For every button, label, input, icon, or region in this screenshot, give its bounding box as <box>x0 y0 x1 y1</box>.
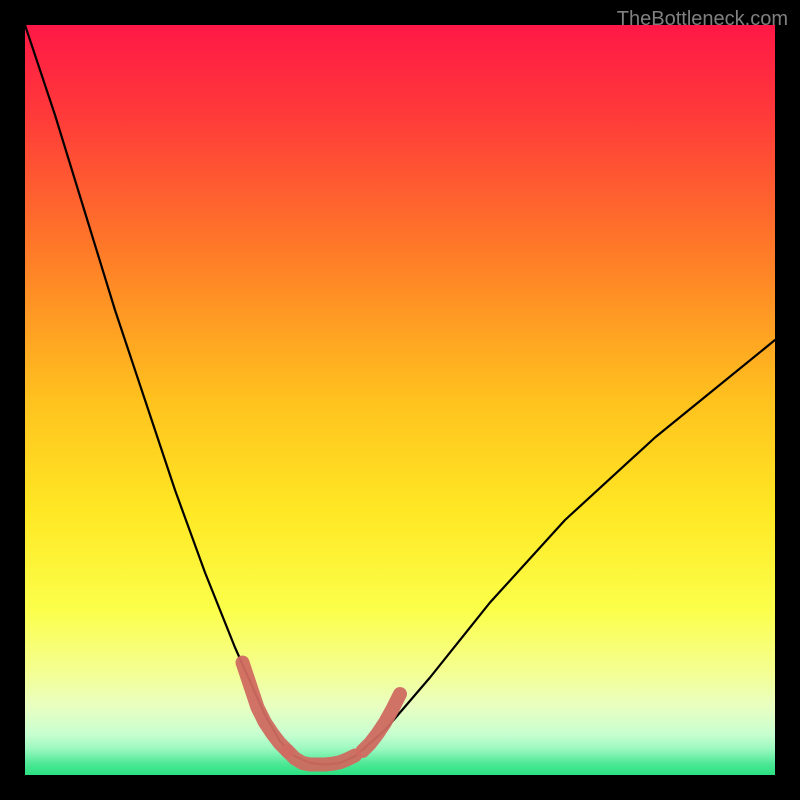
chart-svg <box>25 25 775 775</box>
plot-area <box>25 25 775 775</box>
watermark-text: TheBottleneck.com <box>617 8 788 31</box>
gradient-background <box>25 25 775 775</box>
chart-frame <box>0 0 800 800</box>
